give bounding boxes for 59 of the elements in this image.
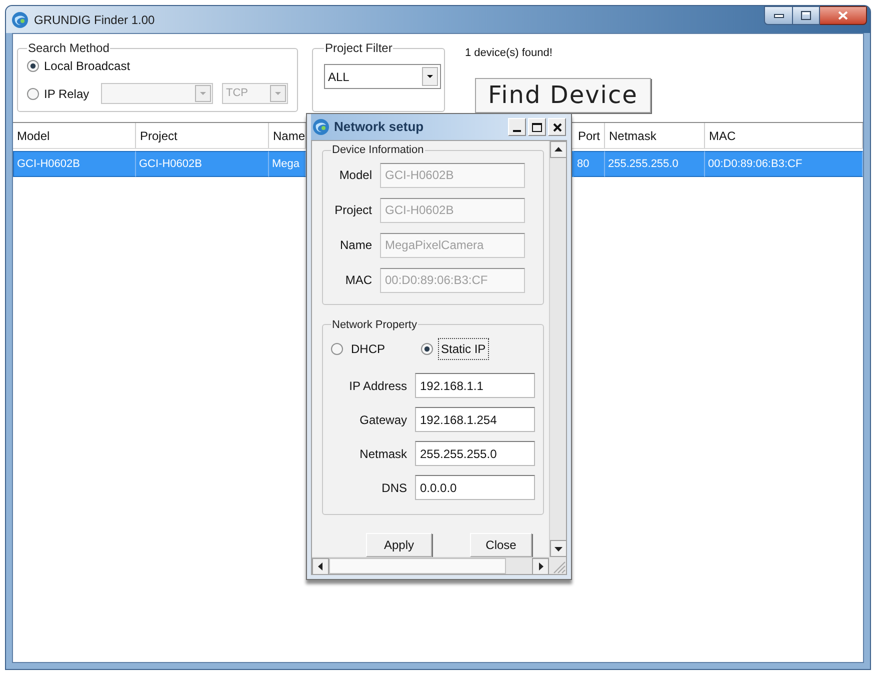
dialog-button[interactable]: Close [470,533,532,557]
text-field[interactable]: 192.168.1.254 [415,407,535,432]
field-label: Name [338,237,372,254]
radio-label: DHCP [350,341,386,358]
field-label: IP Address [348,378,407,394]
window-title: GRUNDIG Finder 1.00 [34,12,155,29]
field-label: MAC [344,272,372,289]
minimize-icon [513,130,521,132]
column-header[interactable]: Netmask [605,123,705,148]
column-header[interactable]: Model [13,123,136,148]
radio-option[interactable]: IP Relay [27,84,101,102]
dialog-title: Network setup [334,118,424,136]
field-label: Netmask [358,446,407,462]
maximize-icon [532,122,542,132]
table-cell: GCI-H0602B [13,151,136,177]
group-label: Device Information [331,143,425,158]
scroll-up-icon[interactable] [550,141,567,158]
scroll-right-icon[interactable] [532,558,549,575]
field-label: DNS [380,480,407,496]
column-header[interactable]: MAC [705,123,863,148]
group-label: Search Method [27,40,110,57]
scroll-left-icon[interactable] [312,558,329,575]
radio-option[interactable]: Static IP [421,338,489,360]
dialog-button[interactable]: Apply [366,533,432,557]
group-label: Project Filter [324,40,394,57]
radio-option[interactable]: Local Broadcast [27,57,130,75]
field-label: Model [338,167,372,184]
globe-icon [12,12,28,28]
text-field[interactable]: 192.168.1.1 [415,373,535,398]
radio-label: Static IP [438,338,489,360]
find-device-button[interactable]: Find Device [475,78,651,112]
column-header[interactable]: Port [574,123,605,148]
table-cell: Mega [269,151,306,177]
group-label: Network Property [331,318,418,332]
table-cell: 80 [574,151,605,177]
globe-icon [313,119,329,135]
maximize-button[interactable] [793,6,820,25]
text-field[interactable]: 255.255.255.0 [415,441,535,466]
status-text: 1 device(s) found! [465,46,554,61]
close-button[interactable] [820,6,867,25]
scroll-down-icon[interactable] [550,540,567,557]
column-header[interactable]: Project [136,123,269,148]
table-cell: GCI-H0602B [136,151,269,177]
close-icon [552,122,562,132]
vertical-scrollbar[interactable] [549,141,566,557]
horizontal-scrollbar[interactable] [312,557,549,574]
table-cell: 00:D0:89:06:B3:CF [705,151,863,177]
project-filter-dropdown[interactable]: ALL [324,64,441,89]
close-icon [838,11,848,20]
maximize-icon [801,11,811,20]
field-label: Project [334,202,372,219]
field-label: Gateway [358,412,407,428]
table-cell: 255.255.255.0 [605,151,705,177]
resize-grip-icon[interactable] [549,557,566,574]
radio-option[interactable]: DHCP [331,338,421,360]
text-field[interactable]: 0.0.0.0 [415,475,535,500]
minimize-button[interactable] [764,6,793,25]
scrollbar-thumb[interactable] [329,558,506,574]
minimize-icon [774,14,784,18]
